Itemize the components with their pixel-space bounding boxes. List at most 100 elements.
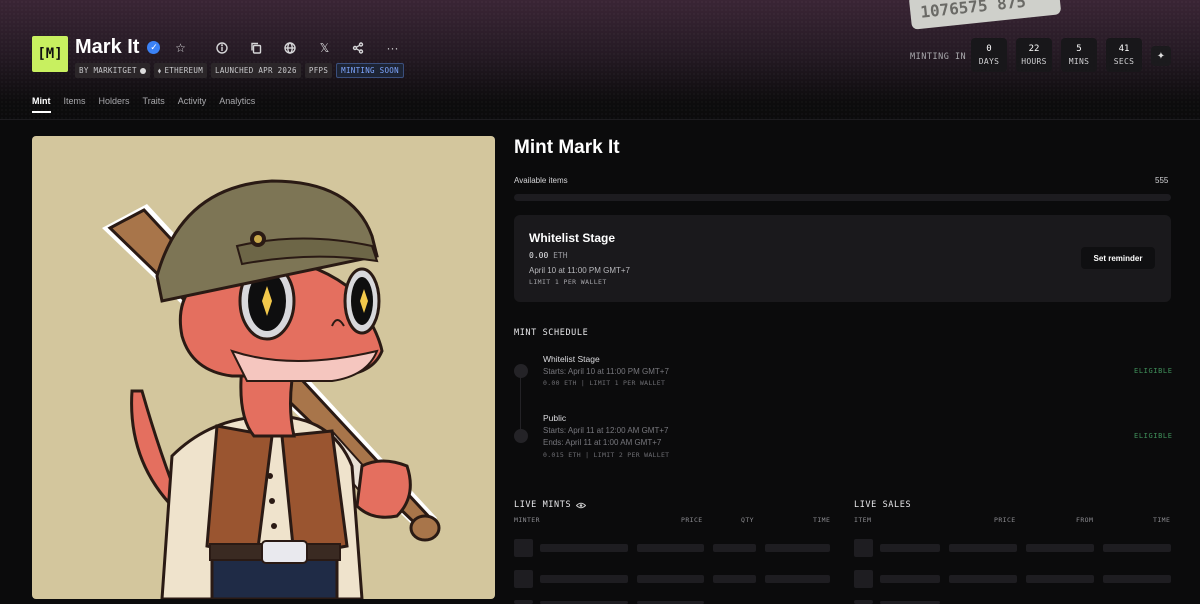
skeleton-bar — [1103, 575, 1171, 583]
mint-schedule-heading: MINT SCHEDULE — [514, 328, 589, 338]
skeleton-avatar — [854, 539, 873, 557]
schedule-dot — [514, 364, 528, 378]
tab-holders[interactable]: Holders — [99, 96, 130, 113]
tab-bar: Mint Items Holders Traits Activity Analy… — [32, 96, 268, 113]
skeleton-bar — [637, 575, 704, 583]
schedule-stage-meta: 0.015 ETH | LIMIT 2 PER WALLET — [543, 451, 670, 459]
stage-price-unit: ETH — [553, 251, 568, 260]
set-reminder-button[interactable]: Set reminder — [1081, 247, 1155, 269]
skeleton-bar — [540, 544, 628, 552]
available-items-label: Available items — [514, 176, 568, 185]
countdown: 0 DAYS 22 HOURS 5 MINS 41 SECS — [971, 38, 1142, 72]
skeleton-avatar — [854, 600, 873, 604]
countdown-mins-value: 5 — [1076, 44, 1082, 54]
category-chip: PFPS — [304, 63, 333, 78]
col-from: FROM — [1076, 516, 1094, 524]
schedule-stage-starts: Starts: April 11 at 12:00 AM GMT+7 — [543, 426, 669, 435]
skeleton-bar — [880, 575, 940, 583]
minting-in-label: MINTING IN — [910, 52, 967, 62]
countdown-secs-unit: SECS — [1113, 57, 1135, 66]
tab-traits[interactable]: Traits — [143, 96, 165, 113]
active-stage-card: Whitelist Stage 0.00 ETH April 10 at 11:… — [514, 215, 1171, 302]
countdown-days: 0 DAYS — [971, 38, 1007, 72]
col-qty: QTY — [741, 516, 754, 524]
skeleton-avatar — [514, 539, 533, 557]
share-icon[interactable] — [348, 38, 368, 58]
skeleton-bar — [713, 575, 756, 583]
skeleton-bar — [880, 544, 940, 552]
col-minter: MINTER — [514, 516, 540, 524]
skeleton-bar — [540, 575, 628, 583]
lizard-character-illustration — [102, 179, 441, 599]
eligible-badge: ELIGIBLE — [1134, 367, 1173, 375]
skeleton-bar — [949, 575, 1017, 583]
creator-verified-icon — [139, 67, 146, 74]
tabs-divider — [0, 119, 1200, 120]
skeleton-bar — [949, 544, 1017, 552]
skeleton-avatar — [514, 570, 533, 588]
skeleton-bar — [1026, 544, 1094, 552]
schedule-timeline-line — [520, 372, 521, 434]
skeleton-avatar — [854, 570, 873, 588]
collection-title: Mark It — [75, 36, 140, 58]
skeleton-bar — [1103, 544, 1171, 552]
globe-icon[interactable] — [280, 38, 300, 58]
tab-activity[interactable]: Activity — [178, 96, 207, 113]
countdown-hours-value: 22 — [1028, 44, 1040, 54]
skeleton-bar — [1026, 575, 1094, 583]
schedule-stage-ends: Ends: April 11 at 1:00 AM GMT+7 — [543, 438, 662, 447]
collection-chips: BY MARKITGET ⬧ ETHEREUM LAUNCHED APR 2026… — [75, 63, 404, 78]
skeleton-bar — [713, 544, 756, 552]
live-sales-heading: LIVE SALES — [854, 500, 912, 510]
schedule-stage-starts: Starts: April 10 at 11:00 PM GMT+7 — [543, 367, 669, 376]
stage-name: Whitelist Stage — [529, 231, 616, 245]
countdown-secs-value: 41 — [1118, 44, 1130, 54]
schedule-stage-name: Whitelist Stage — [543, 354, 600, 364]
tab-analytics[interactable]: Analytics — [219, 96, 255, 113]
star-icon[interactable]: ☆ — [170, 38, 190, 58]
available-items-count: 555 — [1155, 176, 1169, 185]
countdown-secs: 41 SECS — [1106, 38, 1142, 72]
collection-logo: [M] — [32, 36, 68, 72]
countdown-hours-unit: HOURS — [1021, 57, 1047, 66]
stage-price: 0.00 ETH — [529, 251, 568, 260]
stage-date: April 10 at 11:00 PM GMT+7 — [529, 266, 631, 275]
ethereum-icon: ⬧ — [157, 65, 162, 75]
status-badge: MINTING SOON — [336, 63, 404, 78]
skeleton-bar — [765, 575, 830, 583]
info-icon[interactable] — [212, 38, 232, 58]
eligible-badge: ELIGIBLE — [1134, 432, 1173, 440]
more-icon[interactable]: ··· — [382, 38, 402, 58]
mint-title: Mint Mark It — [514, 137, 620, 158]
copy-icon[interactable] — [246, 38, 266, 58]
schedule-stage-name: Public — [543, 413, 567, 423]
launched-chip: LAUNCHED APR 2026 — [211, 63, 301, 78]
stage-price-value: 0.00 — [529, 251, 549, 260]
countdown-hours: 22 HOURS — [1016, 38, 1052, 72]
schedule-stage-meta: 0.00 ETH | LIMIT 1 PER WALLET — [543, 379, 666, 387]
skeleton-bar — [765, 544, 830, 552]
col-price: PRICE — [681, 516, 703, 524]
schedule-dot — [514, 429, 528, 443]
tab-items[interactable]: Items — [64, 96, 86, 113]
live-mints-heading: LIVE MINTS — [514, 500, 587, 510]
col-time: TIME — [813, 516, 831, 524]
verified-badge-icon: ✓ — [147, 41, 161, 54]
available-items-progress — [514, 194, 1171, 201]
creator-chip[interactable]: BY MARKITGET — [75, 63, 150, 78]
skeleton-avatar — [514, 600, 533, 604]
tab-mint[interactable]: Mint — [32, 96, 51, 113]
sparkle-icon[interactable]: ✦ — [1151, 46, 1171, 66]
chain-chip: ⬧ ETHEREUM — [153, 63, 208, 78]
countdown-days-unit: DAYS — [978, 57, 1000, 66]
col-item: ITEM — [854, 516, 872, 524]
countdown-mins: 5 MINS — [1061, 38, 1097, 72]
title-row: Mark It ✓ ☆ 𝕏 ··· — [75, 36, 402, 59]
chain-label: ETHEREUM — [164, 66, 204, 75]
nft-artwork — [32, 136, 495, 599]
skeleton-bar — [637, 544, 704, 552]
x-icon[interactable]: 𝕏 — [314, 38, 334, 58]
creator-label: BY MARKITGET — [79, 66, 137, 75]
eye-icon[interactable] — [576, 502, 587, 509]
col-time: TIME — [1153, 516, 1171, 524]
